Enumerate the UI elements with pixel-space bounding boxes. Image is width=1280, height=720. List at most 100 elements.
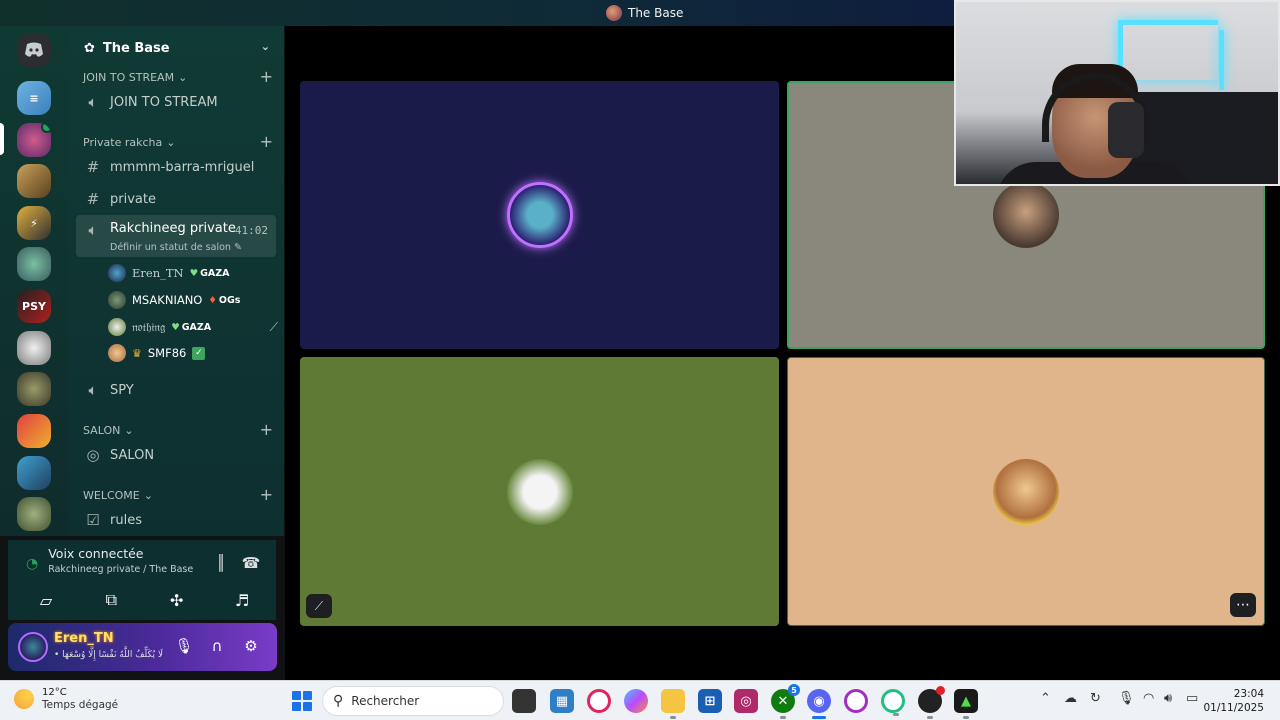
server-icon-10[interactable] [17,456,51,490]
category-welcome[interactable]: WELCOME ⌄ + [83,485,273,504]
server-icon-psy[interactable]: PSY [17,289,51,323]
member-tag: ♥ GAZA [171,322,211,333]
channel-private[interactable]: # private [76,185,276,213]
member-tag-label: OGs [218,294,241,306]
channel-rakchineeg-private[interactable]: 🔈︎ Rakchineeg private 41:02 Définir un s… [76,215,276,257]
opera-gx-icon[interactable] [587,689,611,713]
volume-icon[interactable]: 🔊︎ [1164,691,1172,706]
activities-icon[interactable]: ✣ [147,586,207,614]
server-icon-4[interactable]: ⚡ [17,206,51,240]
xbox-icon[interactable]: ✕ 5 [771,684,800,719]
server-icon-1[interactable]: ≡ [17,81,51,115]
noise-suppression-icon[interactable]: ║ [210,554,232,576]
show-hidden-icons[interactable]: ⌃ [1040,691,1051,706]
opera-icon[interactable] [844,689,868,713]
add-channel-icon[interactable]: + [260,485,273,504]
server-icon-5[interactable] [17,247,51,281]
microphone-icon[interactable]: 🎙︎ [173,637,195,659]
discord-home-icon[interactable] [17,33,51,67]
weather-widget[interactable]: 12°C Temps dégagé [14,687,118,711]
discord-taskbar-icon[interactable]: ◉ [807,689,831,719]
channel-join-to-stream[interactable]: 🔈︎ JOIN TO STREAM [76,88,276,116]
add-channel-icon[interactable]: + [260,67,273,86]
running-indicator [927,716,933,719]
sync-icon[interactable]: ↻ [1090,691,1101,706]
call-timer: 41:02 [234,224,268,237]
participant-tile-smf86[interactable]: ⋯ [787,357,1265,626]
signal-icon[interactable]: ◔ [26,556,38,572]
user-panel[interactable]: Eren_TN • لَا يُكَلِّفُ اللَّهُ نَفْسًا … [8,623,277,671]
voice-member[interactable]: 𝔫𝔬𝔱𝔥𝔦𝔫𝔤 ♥ GAZA ⟋ [108,316,278,338]
participant-tile-eren[interactable] [300,81,779,349]
member-name: Eren_TN [132,266,184,280]
add-channel-icon[interactable]: + [260,420,273,439]
channel-salon[interactable]: ◎ SALON [76,441,276,469]
channel-label: private [110,191,156,207]
category-private-rakcha[interactable]: Private rakcha ⌄ + [83,132,273,151]
neon-light [1218,30,1224,90]
category-join-to-stream[interactable]: JOIN TO STREAM ⌄ + [83,67,273,86]
taskbar-search[interactable]: ⚲ Rechercher [322,686,504,716]
server-header[interactable]: ✿ The Base ⌄ [84,38,270,58]
microphone [1108,102,1144,158]
hash-icon: # [86,190,100,208]
add-channel-icon[interactable]: + [260,132,273,151]
taskbar-clock[interactable]: 23:04 01/11/2025 [1203,687,1264,715]
channel-mmmm-barra-mriguel[interactable]: # mmmm-barra-mriguel [76,153,276,181]
headphones-icon[interactable]: ∩ [206,637,228,659]
chevron-down-icon[interactable]: ⌄ [261,40,270,53]
battery-icon[interactable]: ▭ [1186,691,1198,706]
server-icon-3[interactable] [17,164,51,198]
avatar [108,344,126,362]
camera-off-icon[interactable]: ▱ [16,586,76,614]
server-icon-7[interactable] [17,331,51,365]
microsoft-store-icon[interactable]: ⊞ [698,689,722,713]
cloud-icon[interactable]: ☁ [1064,691,1077,706]
selected-server-pill [0,123,4,155]
voice-actions: ▱ ⧉ ✣ ♬ [16,586,272,614]
wifi-icon[interactable]: ◠ [1143,691,1154,706]
member-tag-label: GAZA [181,321,212,333]
soundboard-icon[interactable]: ♬ [212,586,272,614]
participant-tile-nothing[interactable]: ⟋ [300,357,779,626]
settings-gear-icon[interactable]: ⚙ [240,637,262,659]
voice-member[interactable]: Eren_TN ♥ GAZA [108,262,278,284]
file-explorer-icon[interactable] [661,689,685,719]
widgets-icon[interactable]: ▦ [550,689,574,713]
status-prompt-label: Définir un statut de salon [110,242,231,253]
voice-member[interactable]: MSAKNIANO ♦ OGs [108,289,278,311]
instagram-icon[interactable]: ◎ [734,689,758,713]
obs-icon[interactable] [918,686,945,719]
channel-spy[interactable]: 🔈︎ SPY [76,376,276,404]
server-icon-11[interactable] [17,497,51,531]
microphone-tray-icon[interactable]: 🎙︎ [1118,691,1135,706]
voice-location[interactable]: Rakchineeg private / The Base [48,564,193,575]
server-icon-the-base[interactable] [17,123,51,157]
pencil-icon: ✎ [233,242,242,253]
channel-label: JOIN TO STREAM [110,94,218,110]
server-icon-8[interactable] [17,372,51,406]
task-view-icon[interactable] [512,689,536,713]
avatar [108,318,126,336]
copilot-icon[interactable] [624,689,648,713]
opera-air-icon[interactable] [881,689,905,716]
running-indicator [780,716,786,719]
more-options-icon[interactable]: ⋯ [1230,593,1256,617]
voice-status-label: Voix connectée [48,546,144,561]
fire-icon: ♦ [208,294,217,306]
server-icon-9[interactable] [17,414,51,448]
windows-start-icon[interactable] [292,691,312,711]
user-avatar[interactable] [18,632,48,662]
nvidia-icon[interactable]: ▲ [954,689,978,719]
category-label: SALON [83,423,121,437]
screen-share-icon[interactable]: ⧉ [81,586,141,614]
category-salon[interactable]: SALON ⌄ + [83,420,273,439]
channel-rules[interactable]: ☑ rules [76,506,276,534]
moon-weather-icon [14,689,34,709]
muted-mic-icon: ⟋ [269,319,278,334]
voice-member[interactable]: ♛ SMF86 ✓ [108,342,278,364]
disconnect-icon[interactable]: ☎ [240,554,262,576]
set-channel-status[interactable]: Définir un statut de salon ✎ [110,242,242,253]
member-name: SMF86 [147,346,187,360]
voice-status: ◔ Voix connectée Rakchineeg private / Th… [26,546,193,575]
